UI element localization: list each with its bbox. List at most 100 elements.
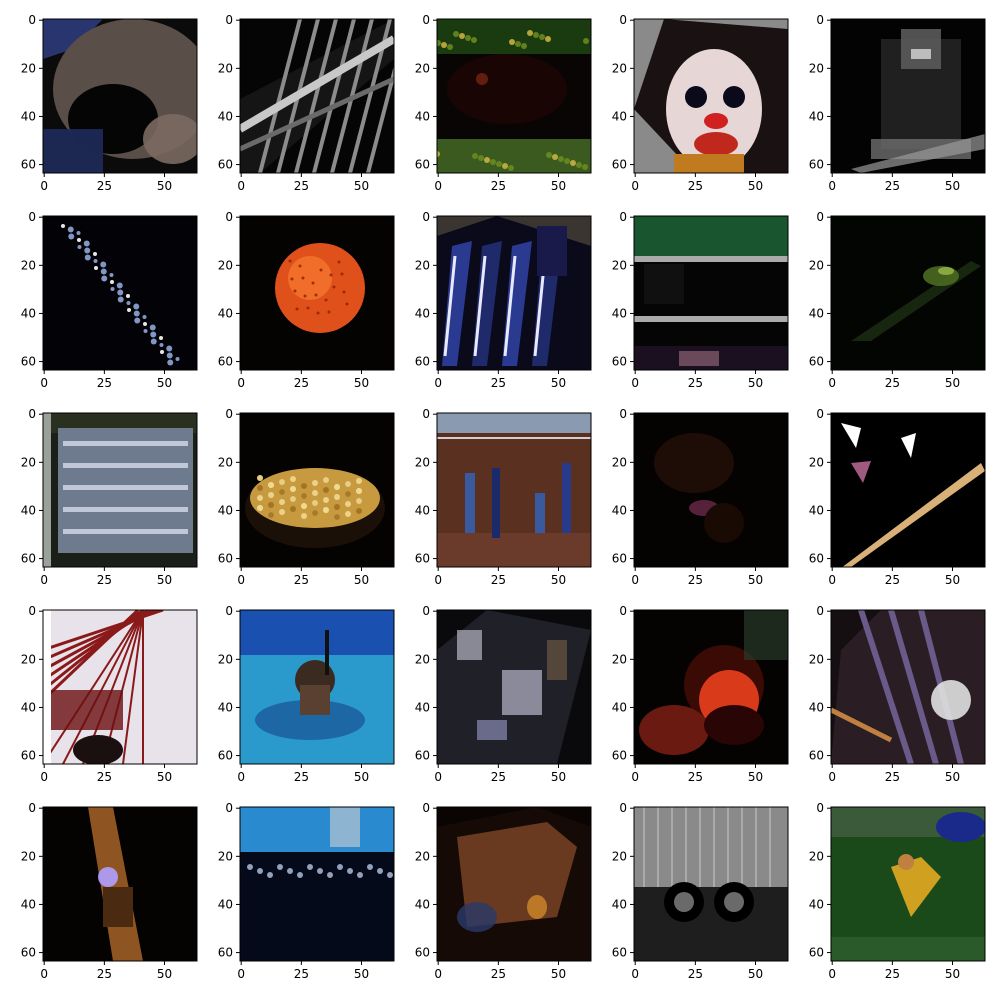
- y-tick-label: 60: [415, 946, 430, 960]
- image-panel: 0 25 50 0 20 40 60: [612, 801, 789, 981]
- x-tick-label: 50: [354, 573, 369, 587]
- x-tick-label: 25: [294, 376, 309, 390]
- x-tick-label: 0: [40, 573, 48, 587]
- image-panel: 0 25 50 0 20 40 60: [809, 13, 986, 193]
- image-panel: 0 25 50 0 20 40 60: [218, 407, 395, 587]
- y-tick-label: 40: [612, 897, 627, 911]
- y-tick-label: 40: [415, 503, 430, 517]
- x-tick-label: 0: [828, 179, 836, 193]
- x-tick-label: 25: [885, 770, 900, 784]
- x-tick-label: 25: [294, 179, 309, 193]
- image-panel: 0 25 50 0 20 40 60: [809, 604, 986, 784]
- panel-image: [240, 216, 394, 370]
- x-tick-label: 25: [491, 967, 506, 981]
- x-tick-label: 50: [354, 770, 369, 784]
- y-tick-label: 0: [28, 604, 36, 618]
- y-tick-label: 0: [28, 13, 36, 27]
- y-tick-label: 0: [816, 13, 824, 27]
- y-tick-label: 60: [21, 355, 36, 369]
- x-tick-label: 25: [491, 573, 506, 587]
- x-tick-label: 25: [688, 967, 703, 981]
- y-tick-label: 60: [612, 946, 627, 960]
- y-tick-label: 20: [415, 849, 430, 863]
- x-tick-label: 0: [631, 967, 639, 981]
- y-tick-label: 20: [218, 455, 233, 469]
- x-tick-label: 0: [40, 376, 48, 390]
- y-tick-label: 40: [415, 109, 430, 123]
- y-tick-label: 20: [218, 849, 233, 863]
- y-tick-label: 40: [415, 306, 430, 320]
- panel-image: [437, 610, 591, 764]
- panel-image: [240, 413, 394, 567]
- y-tick-label: 0: [619, 801, 627, 815]
- y-tick-label: 20: [612, 652, 627, 666]
- image-panel: 0 25 50 0 20 40 60: [809, 801, 986, 981]
- y-tick-label: 60: [612, 158, 627, 172]
- y-tick-label: 40: [809, 700, 824, 714]
- x-tick-label: 50: [748, 573, 763, 587]
- image-panel: 0 25 50 0 20 40 60: [21, 801, 198, 981]
- x-tick-label: 25: [97, 179, 112, 193]
- y-tick-label: 40: [218, 306, 233, 320]
- y-tick-label: 0: [422, 604, 430, 618]
- x-tick-label: 0: [237, 573, 245, 587]
- y-tick-label: 40: [218, 109, 233, 123]
- y-tick-label: 0: [225, 407, 233, 421]
- x-tick-label: 50: [945, 573, 960, 587]
- x-tick-label: 25: [491, 179, 506, 193]
- y-tick-label: 60: [218, 749, 233, 763]
- y-tick-label: 60: [218, 355, 233, 369]
- panel-image: [240, 19, 394, 173]
- y-tick-label: 60: [809, 749, 824, 763]
- panel-image: [437, 807, 591, 961]
- x-tick-label: 0: [237, 967, 245, 981]
- panel-image: [634, 807, 788, 961]
- image-panel: 0 25 50 0 20 40 60: [612, 13, 789, 193]
- x-tick-label: 50: [551, 376, 566, 390]
- y-tick-label: 0: [28, 801, 36, 815]
- x-tick-label: 25: [491, 376, 506, 390]
- x-tick-label: 0: [434, 770, 442, 784]
- image-panel: 0 25 50 0 20 40 60: [218, 801, 395, 981]
- y-tick-label: 20: [218, 652, 233, 666]
- y-tick-label: 60: [218, 158, 233, 172]
- x-tick-label: 0: [40, 770, 48, 784]
- y-tick-label: 40: [612, 503, 627, 517]
- y-tick-label: 20: [612, 849, 627, 863]
- y-tick-label: 40: [612, 700, 627, 714]
- x-tick-label: 50: [551, 967, 566, 981]
- y-tick-label: 0: [225, 13, 233, 27]
- y-tick-label: 20: [415, 258, 430, 272]
- panel-image: [831, 610, 985, 764]
- y-tick-label: 40: [809, 306, 824, 320]
- y-tick-label: 40: [21, 700, 36, 714]
- x-tick-label: 0: [434, 179, 442, 193]
- x-tick-label: 50: [354, 376, 369, 390]
- panel-image: [240, 807, 394, 961]
- x-tick-label: 0: [237, 770, 245, 784]
- y-tick-label: 40: [21, 109, 36, 123]
- x-tick-label: 50: [945, 967, 960, 981]
- y-tick-label: 20: [21, 849, 36, 863]
- y-tick-label: 40: [21, 897, 36, 911]
- y-tick-label: 40: [218, 897, 233, 911]
- y-tick-label: 0: [619, 407, 627, 421]
- y-tick-label: 40: [218, 700, 233, 714]
- y-tick-label: 40: [809, 109, 824, 123]
- x-tick-label: 25: [885, 376, 900, 390]
- y-tick-label: 0: [422, 407, 430, 421]
- image-panel: 0 25 50 0 20 40 60: [809, 407, 986, 587]
- image-panel: 0 25 50 0 20 40 60: [415, 801, 592, 981]
- x-tick-label: 25: [294, 573, 309, 587]
- x-tick-label: 0: [631, 770, 639, 784]
- panel-image: [437, 216, 591, 370]
- y-tick-label: 20: [809, 849, 824, 863]
- y-tick-label: 20: [612, 455, 627, 469]
- y-tick-label: 60: [218, 946, 233, 960]
- x-tick-label: 50: [945, 770, 960, 784]
- y-tick-label: 20: [21, 455, 36, 469]
- image-panel: 0 25 50 0 20 40 60: [21, 13, 198, 193]
- panel-image: [437, 19, 591, 173]
- y-tick-label: 0: [422, 13, 430, 27]
- image-grid-figure: 0 25 50 0 20 40 60 0 25 50 0 20 40 60 0 25 50 0 20 40 60 0 25 5…: [0, 0, 1000, 1000]
